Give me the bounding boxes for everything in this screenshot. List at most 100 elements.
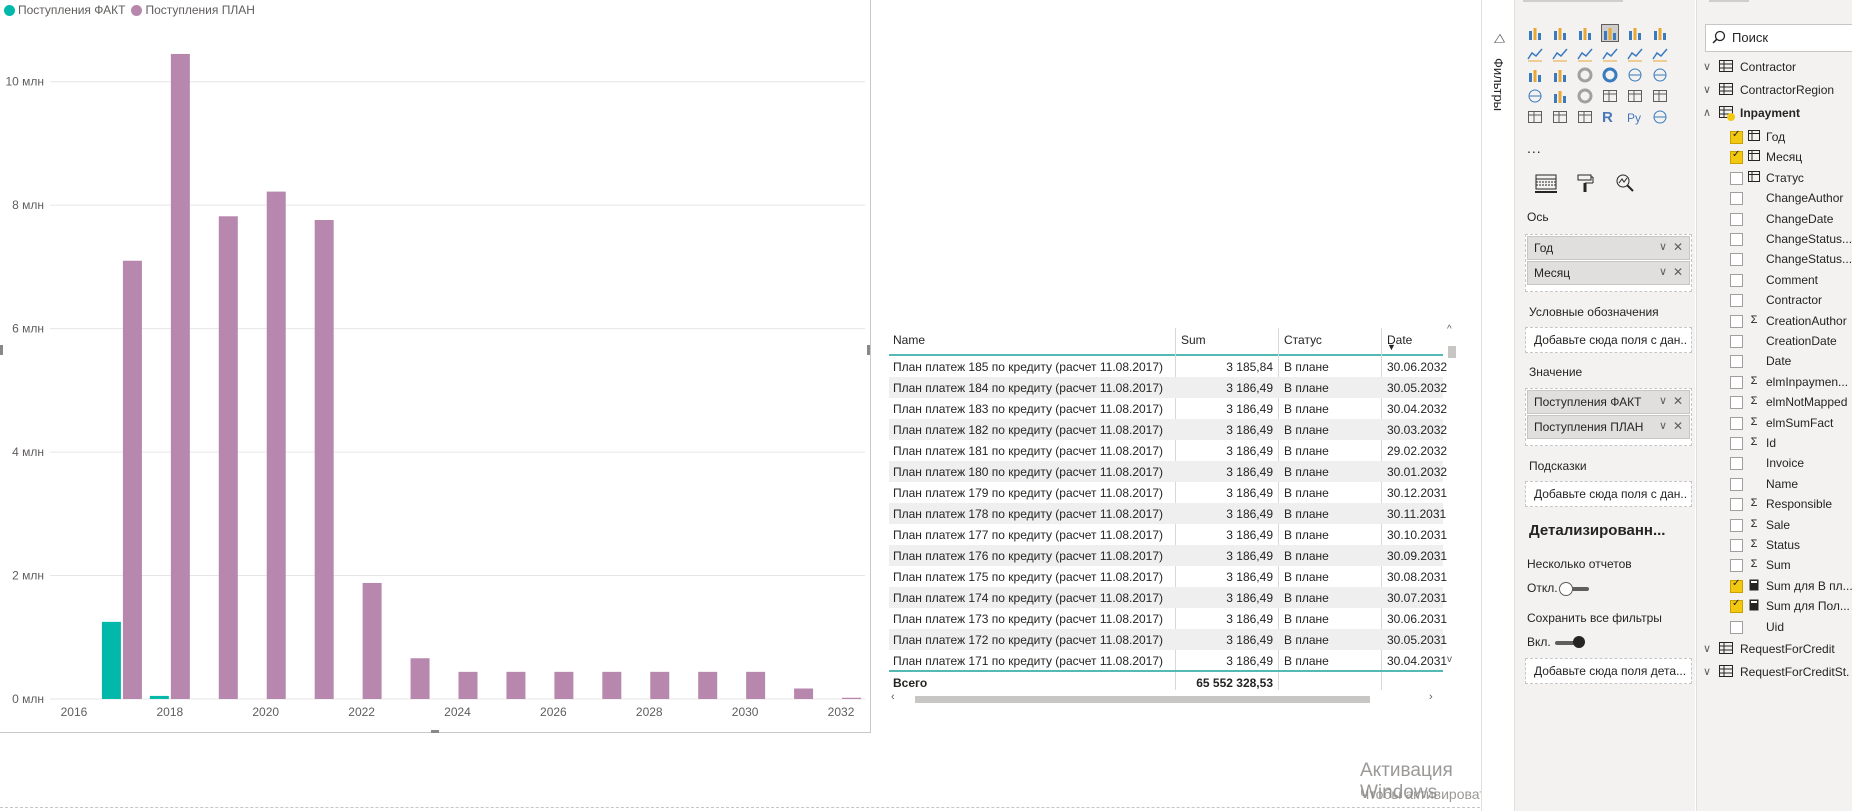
field-item[interactable]: ΣelmInpaymen... (1697, 372, 1852, 394)
axis-field-year[interactable]: Год ∨ ✕ (1527, 236, 1690, 260)
funnel-icon[interactable] (1552, 88, 1568, 104)
table-row[interactable]: План платеж 176 по кредиту (расчет 11.08… (889, 545, 1447, 566)
field-checkbox[interactable] (1730, 578, 1743, 593)
field-item[interactable]: Contractor (1697, 290, 1852, 312)
table-row[interactable]: План платеж 171 по кредиту (расчет 11.08… (889, 650, 1447, 671)
table-row[interactable]: План платеж 174 по кредиту (расчет 11.08… (889, 587, 1447, 608)
vertical-scroll-thumb[interactable] (1448, 346, 1456, 358)
legend-well[interactable]: Добавьте сюда поля с дан... (1525, 327, 1692, 353)
keep-filters-toggle[interactable] (1555, 636, 1585, 648)
kpi-icon[interactable] (1652, 88, 1668, 104)
field-checkbox[interactable] (1730, 396, 1743, 410)
horizontal-scrollbar[interactable]: ‹ › (891, 691, 1439, 705)
field-item[interactable]: Σ CreationAuthor (1697, 311, 1852, 333)
table-row[interactable]: План платеж 183 по кредиту (расчет 11.08… (889, 398, 1447, 419)
bar-plan[interactable] (746, 671, 766, 699)
field-checkbox[interactable] (1730, 620, 1743, 634)
filters-pane-collapsed[interactable]: ◁ Фильтры (1481, 0, 1515, 811)
field-item[interactable]: Статус (1697, 168, 1852, 190)
field-item[interactable]: ΣelmSumFact (1697, 413, 1852, 435)
chevron-down-icon[interactable]: ∨ (1659, 394, 1667, 407)
bar-plan[interactable] (170, 53, 190, 699)
table-row[interactable]: План платеж 180 по кредиту (расчет 11.08… (889, 461, 1447, 482)
field-table-contractorregion[interactable]: ∨ ContractorRegion (1697, 80, 1852, 102)
table-row[interactable]: План платеж 172 по кредиту (расчет 11.08… (889, 629, 1447, 650)
field-table-requestforcreditst-[interactable]: ∨ RequestForCreditSt... (1697, 662, 1852, 684)
field-checkbox[interactable] (1730, 192, 1743, 206)
sort-desc-icon[interactable]: ▼ (1387, 342, 1396, 352)
field-checkbox[interactable] (1730, 559, 1743, 573)
bar-plan[interactable] (698, 671, 718, 699)
chevron-down-icon[interactable]: ∨ (1703, 665, 1711, 678)
treemap-icon[interactable] (1627, 67, 1643, 83)
field-item[interactable]: CreationDate (1697, 331, 1852, 353)
clustered-column-icon[interactable] (1601, 24, 1619, 42)
field-checkbox[interactable] (1730, 498, 1743, 512)
clustered-column-chart[interactable]: Поступления ФАКТ Поступления ПЛАН 0 млн 2… (0, 0, 871, 733)
field-checkbox[interactable] (1730, 212, 1743, 226)
bar-fact[interactable] (101, 621, 121, 699)
value-field-plan[interactable]: Поступления ПЛАН ∨ ✕ (1527, 415, 1690, 439)
multi-row-card-icon[interactable] (1627, 88, 1643, 104)
remove-field-icon[interactable]: ✕ (1673, 240, 1683, 254)
col-header-sum[interactable]: Sum (1181, 333, 1206, 347)
field-item[interactable]: Date (1697, 351, 1852, 373)
field-checkbox[interactable] (1730, 129, 1743, 144)
line-clustered-column-icon[interactable] (1627, 46, 1643, 62)
bar-plan[interactable] (506, 671, 526, 699)
scroll-left-icon[interactable]: ‹ (891, 691, 895, 703)
axis-field-month[interactable]: Месяц ∨ ✕ (1527, 261, 1690, 285)
bar-plan[interactable] (458, 671, 478, 699)
field-item[interactable]: Sum для Пол... (1697, 596, 1852, 618)
field-checkbox[interactable] (1730, 171, 1743, 185)
field-item[interactable]: Σ Sale (1697, 515, 1852, 537)
field-item[interactable]: ΣelmNotMapped (1697, 392, 1852, 414)
tooltips-well[interactable]: Добавьте сюда поля с дан... (1525, 481, 1692, 507)
field-item[interactable]: Месяц (1697, 147, 1852, 169)
stacked-column-icon[interactable] (1552, 25, 1568, 41)
field-checkbox[interactable] (1730, 437, 1743, 450)
resize-handle-left[interactable] (0, 345, 3, 355)
table-icon[interactable] (1552, 109, 1568, 125)
bar-fact[interactable] (149, 695, 169, 699)
field-checkbox[interactable] (1730, 314, 1743, 328)
bar-plan[interactable] (218, 216, 238, 699)
filters-pane-title[interactable]: Фильтры (1491, 58, 1506, 111)
scroll-down-icon[interactable]: v (1447, 654, 1452, 665)
resize-handle-bottom[interactable] (431, 730, 439, 733)
table-row[interactable]: План платеж 184 по кредиту (расчет 11.08… (889, 377, 1447, 398)
bar-plan[interactable] (314, 219, 334, 699)
table-row[interactable]: План платеж 179 по кредиту (расчет 11.08… (889, 482, 1447, 503)
field-item[interactable]: Σ Id (1697, 433, 1852, 455)
table-row[interactable]: План платеж 178 по кредиту (расчет 11.08… (889, 503, 1446, 524)
r-visual-icon[interactable]: R (1602, 109, 1618, 126)
col-header-status[interactable]: Статус (1284, 333, 1322, 347)
chevron-down-icon[interactable]: ∨ (1659, 419, 1667, 432)
chevron-down-icon[interactable]: ∨ (1703, 642, 1711, 655)
fields-search-input[interactable]: Поиск (1705, 24, 1852, 52)
pie-icon[interactable] (1577, 67, 1593, 83)
bar-plan[interactable] (122, 260, 142, 699)
matrix-icon[interactable] (1577, 109, 1593, 125)
stacked-area-icon[interactable] (1577, 46, 1593, 62)
100-stacked-column-icon[interactable] (1652, 25, 1668, 41)
field-item[interactable]: ChangeDate (1697, 209, 1852, 231)
horizontal-scroll-thumb[interactable] (915, 696, 1370, 703)
field-checkbox[interactable] (1730, 518, 1743, 532)
table-row[interactable]: План платеж 181 по кредиту (расчет 11.08… (889, 440, 1447, 461)
field-item[interactable]: Uid (1697, 617, 1852, 639)
field-checkbox[interactable] (1730, 416, 1743, 430)
waterfall-icon[interactable] (1527, 67, 1543, 83)
field-item[interactable]: Σ Responsible (1697, 494, 1852, 516)
vertical-scrollbar[interactable]: ^ v (1446, 324, 1458, 668)
table-row[interactable]: План платеж 177 по кредиту (расчет 11.08… (889, 524, 1447, 545)
python-visual-icon[interactable]: Py (1627, 109, 1643, 125)
gauge-icon[interactable] (1577, 88, 1593, 104)
field-item[interactable]: Sum для В пл... (1697, 576, 1852, 598)
table-row[interactable]: План платеж 175 по кредиту (расчет 11.08… (889, 566, 1447, 587)
field-checkbox[interactable] (1730, 477, 1743, 491)
ribbon-chart-icon[interactable] (1652, 46, 1668, 62)
field-item[interactable]: ChangeStatus... (1697, 249, 1852, 271)
field-item[interactable]: Invoice (1697, 453, 1852, 475)
arcgis-icon[interactable] (1652, 109, 1668, 125)
